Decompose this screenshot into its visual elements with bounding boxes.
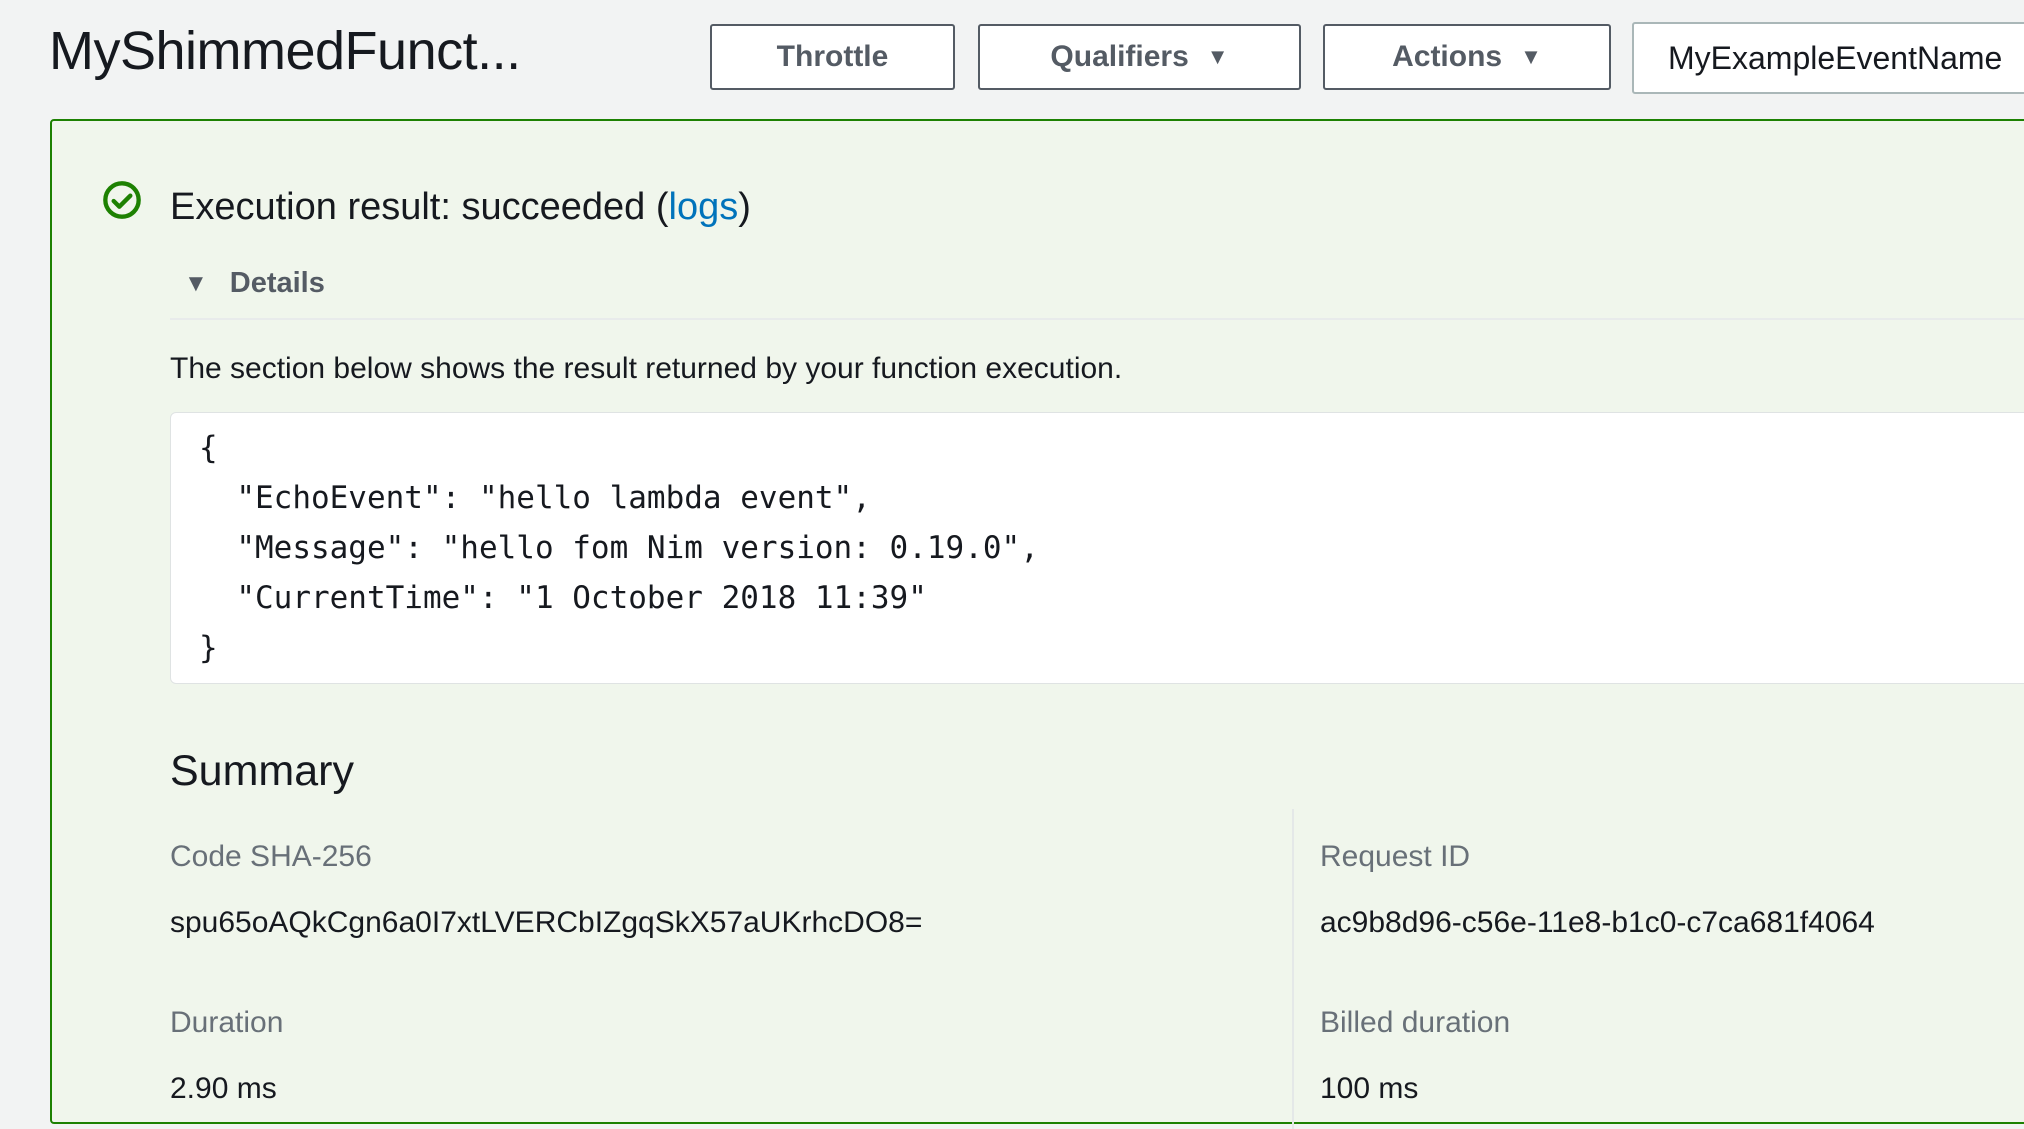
summary-field-billed-duration: Billed duration 100 ms bbox=[1320, 1003, 1510, 1109]
actions-button[interactable]: Actions ▼ bbox=[1323, 24, 1611, 90]
field-label: Billed duration bbox=[1320, 1003, 1510, 1043]
field-value: ac9b8d96-c56e-11e8-b1c0-c7ca681f4064 bbox=[1320, 903, 1875, 943]
caret-down-icon: ▼ bbox=[1207, 46, 1229, 68]
logs-link[interactable]: logs bbox=[669, 186, 739, 228]
field-value: 2.90 ms bbox=[170, 1069, 283, 1109]
execution-result-json: { "EchoEvent": "hello lambda event", "Me… bbox=[199, 423, 2024, 673]
throttle-button-label: Throttle bbox=[777, 40, 889, 74]
throttle-button[interactable]: Throttle bbox=[710, 24, 955, 90]
test-event-select[interactable]: MyExampleEventName bbox=[1632, 22, 2024, 94]
details-expander-label: Details bbox=[230, 267, 325, 300]
result-heading-prefix: Execution result: succeeded ( bbox=[170, 186, 669, 228]
caret-down-icon: ▼ bbox=[1520, 46, 1542, 68]
qualifiers-button[interactable]: Qualifiers ▼ bbox=[978, 24, 1301, 90]
field-value: spu65oAQkCgn6a0I7xtLVERCbIZgqSkX57aUKrhc… bbox=[170, 903, 922, 943]
page-title: MyShimmedFunct... bbox=[49, 16, 521, 86]
success-check-icon bbox=[102, 180, 142, 220]
field-label: Code SHA-256 bbox=[170, 837, 922, 877]
execution-result-heading: Execution result: succeeded (logs) bbox=[170, 184, 751, 230]
triangle-down-icon: ▼ bbox=[184, 272, 208, 296]
execution-result-code-box: { "EchoEvent": "hello lambda event", "Me… bbox=[170, 412, 2024, 684]
summary-field-duration: Duration 2.90 ms bbox=[170, 1003, 283, 1109]
details-expander[interactable]: ▼ Details bbox=[184, 267, 325, 300]
result-heading-suffix: ) bbox=[738, 186, 751, 228]
summary-column-divider bbox=[1292, 809, 1294, 1129]
test-event-select-value: MyExampleEventName bbox=[1668, 40, 2002, 77]
actions-button-label: Actions bbox=[1392, 40, 1502, 74]
qualifiers-button-label: Qualifiers bbox=[1050, 40, 1188, 74]
field-label: Duration bbox=[170, 1003, 283, 1043]
field-value: 100 ms bbox=[1320, 1069, 1510, 1109]
field-label: Request ID bbox=[1320, 837, 1875, 877]
details-divider bbox=[170, 318, 2024, 320]
result-description: The section below shows the result retur… bbox=[170, 347, 1122, 391]
summary-field-code-sha256: Code SHA-256 spu65oAQkCgn6a0I7xtLVERCbIZ… bbox=[170, 837, 922, 943]
execution-result-panel: Execution result: succeeded (logs) ▼ Det… bbox=[50, 119, 2024, 1124]
summary-field-request-id: Request ID ac9b8d96-c56e-11e8-b1c0-c7ca6… bbox=[1320, 837, 1875, 943]
summary-heading: Summary bbox=[170, 743, 354, 799]
